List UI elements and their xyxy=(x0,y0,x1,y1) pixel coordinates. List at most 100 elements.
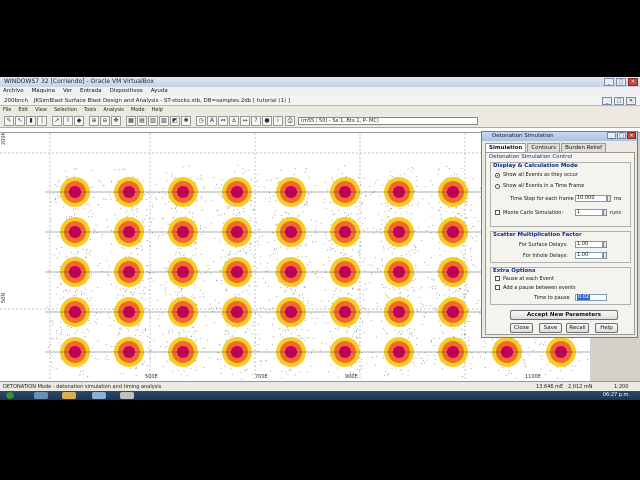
menu-edit[interactable]: Edit xyxy=(18,106,28,114)
time-step-spinner[interactable] xyxy=(607,195,611,202)
blast-hole-cluster xyxy=(323,165,374,220)
y-axis-label: 200N xyxy=(1,133,7,145)
blast-hole-cluster xyxy=(158,205,206,259)
layer-icon[interactable]: ▤ xyxy=(137,116,147,126)
dialog-tabs: Simulation Contours Burden Relief xyxy=(485,143,637,152)
close-button[interactable]: ✕ xyxy=(628,78,638,86)
monte-carlo-spinner[interactable] xyxy=(603,209,607,216)
measure-icon[interactable]: ↔ xyxy=(240,116,250,126)
link-icon[interactable]: ⌇ xyxy=(63,116,73,126)
pan-icon[interactable]: ✥ xyxy=(111,116,121,126)
menu-dispositivos[interactable]: Dispositivos xyxy=(110,87,143,96)
explorer-taskbar-icon[interactable] xyxy=(62,392,76,399)
time-step-label: Time Step for each frame xyxy=(510,196,574,202)
detonate-icon[interactable]: ✺ xyxy=(181,116,191,126)
delay-icon[interactable]: ◆ xyxy=(74,116,84,126)
help-dialog-button[interactable]: Help xyxy=(595,323,618,333)
pencil-icon[interactable]: ✎ xyxy=(4,116,14,126)
pause-between-label: Add a pause between events xyxy=(503,285,576,291)
line-icon[interactable]: | xyxy=(37,116,47,126)
app-minimize-button[interactable]: _ xyxy=(602,97,612,105)
time-pause-input[interactable]: 0.02 xyxy=(575,294,607,301)
dialog-minimize-button[interactable]: _ xyxy=(607,132,616,139)
table-icon[interactable]: ▥ xyxy=(148,116,158,126)
menu-ver[interactable]: Ver xyxy=(63,87,72,96)
menu-mode[interactable]: Mode xyxy=(131,106,145,114)
blast-hole-cluster xyxy=(101,247,155,296)
app-taskbar-icon[interactable] xyxy=(92,392,106,399)
blast-hole-cluster xyxy=(155,165,207,218)
blast-hole-cluster xyxy=(50,168,102,219)
ie-taskbar-icon[interactable] xyxy=(34,392,48,399)
text-icon[interactable]: A xyxy=(207,116,217,126)
hole-icon[interactable]: ▮ xyxy=(26,116,36,126)
time-step-input[interactable]: 10.000 xyxy=(575,195,607,202)
tab-burden-relief[interactable]: Burden Relief xyxy=(561,143,607,152)
y-axis-label: 50N xyxy=(1,293,7,303)
blast-hole-cluster xyxy=(428,247,476,298)
menu-view[interactable]: View xyxy=(35,106,47,114)
time-frame-radio[interactable] xyxy=(495,184,500,189)
tab-simulation[interactable]: Simulation xyxy=(485,143,527,152)
monte-carlo-checkbox[interactable] xyxy=(495,210,500,215)
arrow-icon[interactable]: ↗ xyxy=(52,116,62,126)
blast-hole-cluster xyxy=(426,324,481,378)
dialog-maximize-button[interactable]: □ xyxy=(617,132,626,139)
blast-hole-cluster xyxy=(265,245,318,296)
menu-ayuda[interactable]: Ayuda xyxy=(151,87,168,96)
monte-carlo-input[interactable]: 1 xyxy=(575,209,603,216)
pause-each-checkbox[interactable] xyxy=(495,276,500,281)
blast-hole-cluster xyxy=(108,287,151,336)
grid-icon[interactable]: ▦ xyxy=(126,116,136,126)
app-menu-bar: File Edit View Selection Tools Analysis … xyxy=(0,106,640,114)
zoom-out-icon[interactable]: ⊖ xyxy=(100,116,110,126)
timing-icon[interactable]: ◷ xyxy=(196,116,206,126)
info-icon[interactable]: i xyxy=(273,116,283,126)
tab-contours[interactable]: Contours xyxy=(527,143,561,152)
blast-hole-cluster xyxy=(48,326,99,378)
zoom-in-icon[interactable]: ⊕ xyxy=(89,116,99,126)
record-icon[interactable]: ● xyxy=(262,116,272,126)
save-settings-button[interactable]: Save xyxy=(539,323,562,333)
start-button-icon[interactable] xyxy=(6,392,14,399)
inhole-delays-spinner[interactable] xyxy=(603,252,607,259)
jksimblast-taskbar-icon[interactable] xyxy=(120,392,134,399)
blast-hole-cluster xyxy=(105,327,156,377)
menu-file[interactable]: File xyxy=(3,106,11,114)
help-context-icon[interactable]: ? xyxy=(251,116,261,126)
app-maximize-button[interactable]: □ xyxy=(614,97,624,105)
inhole-delays-input[interactable]: 1.00 xyxy=(575,252,603,259)
menu-analysis[interactable]: Analysis xyxy=(103,106,124,114)
inhole-delays-label: For Inhole Delays: xyxy=(523,253,568,259)
print-icon[interactable]: ⎙ xyxy=(285,116,295,126)
accept-parameters-button[interactable]: Accept New Parameters xyxy=(510,310,618,320)
blast-hole-cluster xyxy=(320,328,373,378)
menu-selection[interactable]: Selection xyxy=(54,106,77,114)
menu-help[interactable]: Help xyxy=(152,106,163,114)
anchor-icon[interactable]: ⚓ xyxy=(229,116,239,126)
blast-hole-cluster xyxy=(376,287,426,338)
show-all-radio[interactable] xyxy=(495,173,500,178)
show-all-label: Show all Events as they occur xyxy=(503,172,578,178)
surface-delays-input[interactable]: 1.00 xyxy=(575,241,603,248)
contour-icon[interactable]: ▧ xyxy=(159,116,169,126)
menu-entrada[interactable]: Entrada xyxy=(80,87,102,96)
menu-archivo[interactable]: Archivo xyxy=(3,87,24,96)
app-title-bar: 200bnch JKSimBlast Surface Blast Design … xyxy=(0,96,640,106)
blast-hole-cluster xyxy=(265,287,318,340)
minimize-button[interactable]: _ xyxy=(604,78,614,86)
scale-icon[interactable]: ⇔ xyxy=(218,116,228,126)
chart-icon[interactable]: ◩ xyxy=(170,116,180,126)
menu-maquina[interactable]: Máquina xyxy=(32,87,55,96)
app-close-button[interactable]: ✕ xyxy=(626,97,636,105)
select-icon[interactable]: ↖ xyxy=(15,116,25,126)
menu-tools[interactable]: Tools xyxy=(84,106,96,114)
dialog-close-button[interactable]: ✕ xyxy=(627,132,636,139)
maximize-button[interactable]: □ xyxy=(616,78,626,86)
pause-between-checkbox[interactable] xyxy=(495,285,500,290)
surface-delays-spinner[interactable] xyxy=(603,241,607,248)
monte-carlo-label: Monte Carlo Simulation: xyxy=(503,210,564,216)
time-pause-label: Time to pause xyxy=(534,295,570,301)
close-dialog-button[interactable]: Close xyxy=(510,323,533,333)
recall-settings-button[interactable]: Recall xyxy=(566,323,589,333)
